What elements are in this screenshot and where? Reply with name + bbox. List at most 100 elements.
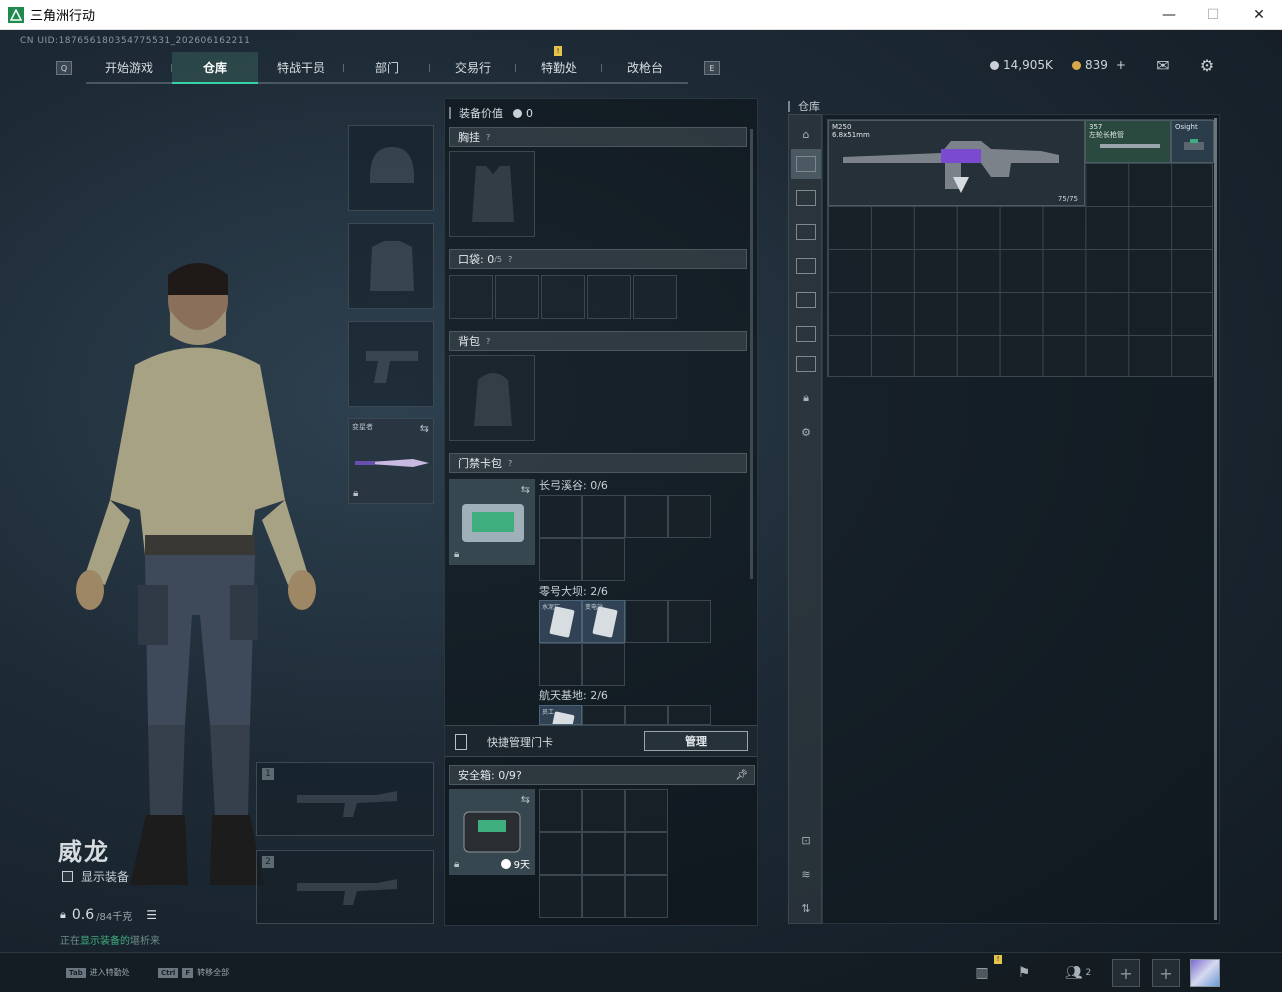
safe-box-cell[interactable] <box>539 789 582 832</box>
armor-slot[interactable] <box>348 223 434 309</box>
sight-item[interactable]: Osight <box>1171 120 1214 163</box>
warehouse-grid[interactable]: M250 6.8x51mm 75/75 357 左轮长枪管 Osight <box>827 119 1214 377</box>
keycard-item[interactable]: 水泥厂 <box>539 600 582 643</box>
warehouse-scrollbar[interactable] <box>1214 118 1217 920</box>
tab-department[interactable]: 部门 <box>344 52 430 84</box>
helmet-slot[interactable] <box>348 125 434 211</box>
help-icon[interactable]: ? <box>486 133 490 142</box>
warehouse-tab-5[interactable] <box>791 285 821 315</box>
hint-transfer-all[interactable]: Ctrl F 转移全部 <box>158 967 229 978</box>
keycard-case-slot[interactable]: ⇆ 🔒︎ <box>449 479 535 565</box>
safe-box-cell[interactable] <box>582 832 625 875</box>
swap-icon[interactable]: ⇆ <box>521 793 530 806</box>
backpack-slot[interactable] <box>449 355 535 441</box>
warehouse-tab-all[interactable]: ⌂ <box>791 119 821 149</box>
keycard-cell[interactable] <box>582 495 625 538</box>
keycard-item[interactable]: 员工 <box>539 705 582 725</box>
tab-start-game[interactable]: 开始游戏 <box>86 52 172 84</box>
nav-next-key[interactable]: E <box>704 61 720 75</box>
show-equipment-toggle[interactable]: 显示装备 <box>62 868 129 885</box>
pistol-slot[interactable] <box>348 321 434 407</box>
swap-icon[interactable]: ⇆ <box>521 483 530 496</box>
keycard-item[interactable]: 变电站 <box>582 600 625 643</box>
m250-item[interactable]: M250 6.8x51mm 75/75 <box>828 120 1085 206</box>
safe-box-cell[interactable] <box>582 789 625 832</box>
warehouse-tab-4[interactable] <box>791 251 821 281</box>
tab-warehouse[interactable]: 仓库 <box>172 52 258 84</box>
safe-box-cell[interactable] <box>625 832 668 875</box>
chest-rig-slot[interactable] <box>449 151 535 237</box>
minimize-button[interactable]: — <box>1146 0 1192 30</box>
safe-box-cell[interactable] <box>625 875 668 918</box>
player-avatar[interactable] <box>1190 959 1220 987</box>
swap-icon[interactable]: ⇆ <box>420 422 429 435</box>
status-text: 正在显示装备的堪析来 <box>60 936 160 947</box>
pocket-slot[interactable] <box>449 275 493 319</box>
keycard-cell[interactable] <box>625 705 668 725</box>
pocket-slot[interactable] <box>587 275 631 319</box>
add-gold-button[interactable]: + <box>1116 58 1126 72</box>
party-button[interactable]: 👥︎ 2 <box>1060 961 1096 985</box>
gold-currency[interactable]: 839 + <box>1072 58 1126 72</box>
pin-icon[interactable]: 📌︎ <box>735 770 748 781</box>
tab-special-ops[interactable]: ! 特勤处 <box>516 46 602 84</box>
flag-icon[interactable]: ⚑ <box>1012 961 1036 985</box>
keycard-cell[interactable] <box>582 705 625 725</box>
warehouse-tab-3[interactable] <box>791 217 821 247</box>
keycard-cell[interactable] <box>625 495 668 538</box>
show-equipment-checkbox[interactable] <box>62 871 73 882</box>
keycard-cell[interactable] <box>539 495 582 538</box>
close-button[interactable]: ✕ <box>1236 0 1282 30</box>
warehouse-tab-7[interactable] <box>791 349 821 379</box>
safe-box-cell[interactable] <box>625 789 668 832</box>
tab-operators[interactable]: 特战干员 <box>258 52 344 84</box>
keycard-cell[interactable] <box>668 495 711 538</box>
sort-icon[interactable]: ⇅ <box>791 893 821 923</box>
invite-slot-button[interactable]: + <box>1152 959 1180 987</box>
warehouse-tab-6[interactable] <box>791 319 821 349</box>
safe-box-cell[interactable] <box>582 875 625 918</box>
keycard-cell[interactable] <box>582 538 625 581</box>
help-icon[interactable]: ? <box>508 255 512 264</box>
help-icon[interactable]: ? <box>486 337 490 346</box>
list-icon[interactable]: ☰ <box>146 908 157 922</box>
barrel-item[interactable]: 357 左轮长枪管 <box>1085 120 1171 163</box>
invite-slot-button[interactable]: + <box>1112 959 1140 987</box>
keycard-cell[interactable] <box>582 643 625 686</box>
keycard-cell[interactable] <box>625 600 668 643</box>
safe-box-cell[interactable] <box>539 832 582 875</box>
tab-gunsmith[interactable]: 改枪台 <box>602 52 688 84</box>
stats-icon[interactable]: ▥ <box>970 961 994 985</box>
pocket-slot[interactable] <box>495 275 539 319</box>
nav-prev-key[interactable]: Q <box>56 61 72 75</box>
pistol-icon <box>366 351 418 383</box>
warehouse-tab-1[interactable] <box>791 149 821 179</box>
secondary-weapon-slot[interactable]: 2 <box>256 850 434 924</box>
layers-icon[interactable]: ≋ <box>791 859 821 889</box>
tab-trading[interactable]: 交易行 <box>430 52 516 84</box>
melee-slot[interactable]: 变星者 ⇆ 🔒︎ <box>348 418 434 504</box>
gear-icon[interactable]: ⚙ <box>791 417 821 447</box>
gear-icon[interactable]: ⚙ <box>1197 56 1217 75</box>
keycard-cell[interactable] <box>539 538 582 581</box>
loadout-scrollbar[interactable] <box>750 129 753 579</box>
manage-keycards-button[interactable]: 管理 <box>644 731 748 751</box>
warehouse-tab-2[interactable] <box>791 183 821 213</box>
filter-icon[interactable]: ⊡ <box>791 825 821 855</box>
keycard-cell[interactable] <box>668 600 711 643</box>
primary-weapon-slot[interactable]: 1 <box>256 762 434 836</box>
hint-special-ops[interactable]: Tab 进入特勤处 <box>66 967 130 978</box>
help-icon[interactable]: ? <box>516 769 522 782</box>
pocket-slot[interactable] <box>541 275 585 319</box>
safe-box-cell[interactable] <box>539 875 582 918</box>
maximize-button[interactable]: ☐ <box>1190 0 1236 30</box>
pocket-slot[interactable] <box>633 275 677 319</box>
keycard-cell[interactable] <box>539 643 582 686</box>
user-uid: CN UID:187656180354775531_202606162211 <box>20 36 251 46</box>
keycard-cell[interactable] <box>668 705 711 725</box>
mail-icon[interactable]: ✉ <box>1153 56 1173 75</box>
help-icon[interactable]: ? <box>508 459 512 468</box>
safe-box-slot[interactable]: ⇆ 🔒︎ 9天 <box>449 789 535 875</box>
users-icon: 👥︎ <box>1064 965 1083 981</box>
lock-icon[interactable]: 🔒︎ <box>791 383 821 413</box>
